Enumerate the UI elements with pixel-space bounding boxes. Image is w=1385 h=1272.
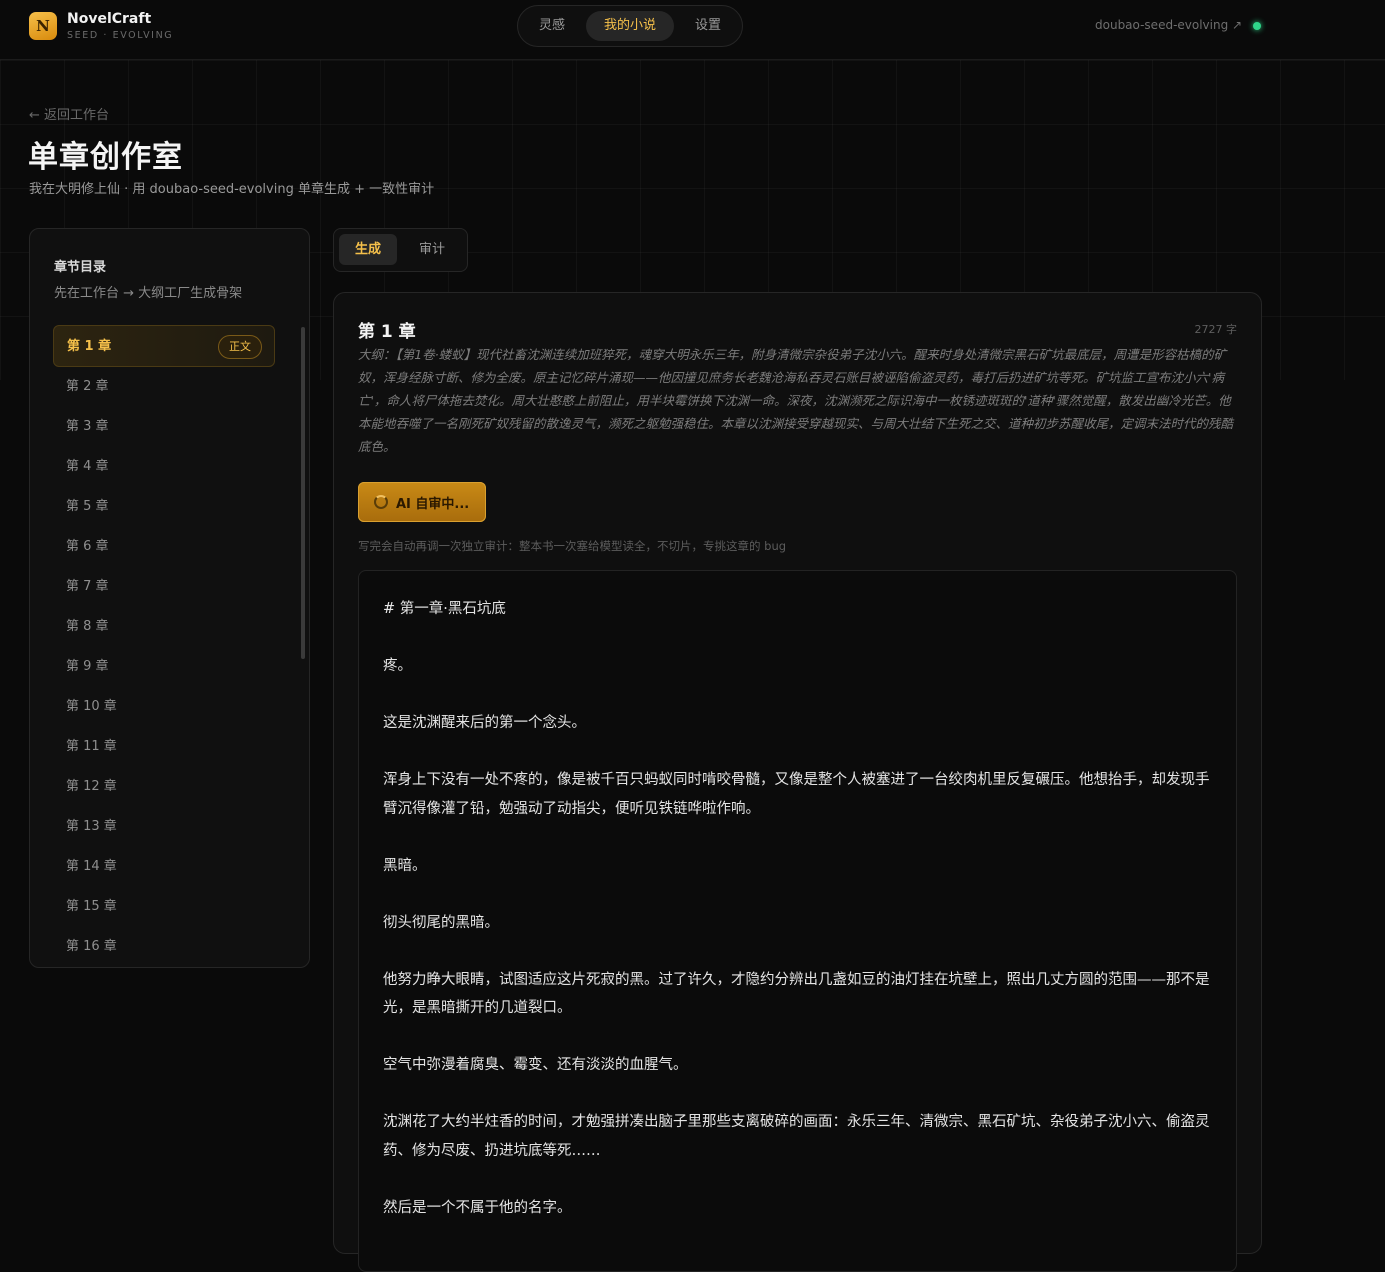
chapter-item-10[interactable]: 第 10 章 [53, 687, 275, 727]
nav-settings[interactable]: 设置 [684, 11, 732, 41]
text-paragraph: 这是沈渊醒来后的第一个念头。 [383, 715, 586, 731]
chapter-outline: 大纲：【第1卷·蝼蚁】现代社畜沈渊连续加班猝死，魂穿大明永乐三年，附身清微宗杂役… [358, 347, 1234, 454]
app-subtitle: SEED · EVOLVING [67, 30, 174, 41]
chapter-item-2[interactable]: 第 2 章 [53, 367, 275, 407]
chapter-item-11[interactable]: 第 11 章 [53, 727, 275, 767]
top-bar: N NovelCraft SEED · EVOLVING 灵感 我的小说 设置 … [0, 0, 1385, 60]
status-indicator [1253, 22, 1261, 30]
chapter-item-15[interactable]: 第 15 章 [53, 887, 275, 927]
back-to-workbench-link[interactable]: ← 返回工作台 [29, 104, 109, 123]
chapter-item-9[interactable]: 第 9 章 [53, 647, 275, 687]
text-paragraph: 空气中弥漫着腐臭、霉变、还有淡淡的血腥气。 [383, 1057, 688, 1073]
chapter-item-7[interactable]: 第 7 章 [53, 567, 275, 607]
chapter-item-4[interactable]: 第 4 章 [53, 447, 275, 487]
sidebar-description: 先在工作台 → 大纲工厂生成骨架 [54, 286, 243, 301]
model-link[interactable]: doubao-seed-evolving ↗ [1095, 18, 1242, 32]
tab-generate[interactable]: 生成 [339, 234, 397, 265]
status-badge: 正文 [218, 335, 262, 359]
app-name: NovelCraft [67, 11, 152, 27]
text-paragraph: 他努力睁大眼睛，试图适应这片死寂的黑。过了许久，才隐约分辨出几盏如豆的油灯挂在坑… [383, 971, 1210, 1017]
word-count: 2727 字 [1194, 323, 1238, 336]
nav-my-novels[interactable]: 我的小说 [586, 11, 674, 41]
chapter-item-12[interactable]: 第 12 章 [53, 767, 275, 807]
loading-spinner-icon [374, 495, 388, 509]
chapter-sidebar: 章节目录 先在工作台 → 大纲工厂生成骨架 第 1 章 正文 第 2 章 第 3… [29, 228, 310, 968]
text-paragraph: 疼。 [383, 658, 412, 674]
mode-tabs: 生成 审计 [333, 228, 468, 272]
text-paragraph: # 第一章·黑石坑底 [383, 601, 506, 617]
text-paragraph: 浑身上下没有一处不疼的，像是被千百只蚂蚁同时啃咬骨髓，又像是整个人被塞进了一台绞… [383, 772, 1210, 817]
nav-inspiration[interactable]: 灵感 [528, 11, 576, 41]
chapter-item-1[interactable]: 第 1 章 正文 [53, 325, 275, 367]
chapter-item-3[interactable]: 第 3 章 [53, 407, 275, 447]
main-nav: 灵感 我的小说 设置 [517, 5, 743, 47]
chapter-panel: 第 1 章 2727 字 大纲：【第1卷·蝼蚁】现代社畜沈渊连续加班猝死，魂穿大… [333, 292, 1262, 1272]
chapter-item-14[interactable]: 第 14 章 [53, 847, 275, 887]
audit-button-label: AI 自审中... [396, 497, 470, 512]
chapter-text-body: # 第一章·黑石坑底 疼。 这是沈渊醒来后的第一个念头。 浑身上下没有一处不疼的… [383, 595, 1213, 1251]
chapter-list: 第 1 章 正文 第 2 章 第 3 章 第 4 章 第 5 章 第 6 章 第… [53, 325, 275, 967]
sidebar-title: 章节目录 [54, 260, 107, 275]
audit-note: 写完会自动再调一次独立审计：整本书一次塞给模型读全，不切片，专挑这章的 bug [358, 539, 787, 553]
chapter-item-6[interactable]: 第 6 章 [53, 527, 275, 567]
tab-audit[interactable]: 审计 [403, 234, 461, 265]
sidebar-scrollbar[interactable] [301, 327, 305, 659]
text-paragraph: 彻头彻尾的黑暗。 [383, 914, 499, 931]
page-subtitle: 我在大明修上仙 · 用 doubao-seed-evolving 单章生成 + … [29, 182, 435, 197]
text-paragraph: 沈渊花了大约半炷香的时间，才勉强拼凑出脑子里那些支离破碎的画面：永乐三年、清微宗… [383, 1114, 1210, 1159]
text-paragraph: 然后是一个不属于他的名字。 [383, 1199, 572, 1216]
text-paragraph: 黑暗。 [383, 857, 427, 874]
chapter-item-8[interactable]: 第 8 章 [53, 607, 275, 647]
page-title: 单章创作室 [28, 140, 183, 175]
app-logo[interactable]: N [29, 12, 57, 40]
chapter-title: 第 1 章 [358, 322, 416, 342]
chapter-item-5[interactable]: 第 5 章 [53, 487, 275, 527]
chapter-item-13[interactable]: 第 13 章 [53, 807, 275, 847]
ai-self-audit-button[interactable]: AI 自审中... [358, 482, 486, 522]
chapter-item-16[interactable]: 第 16 章 [53, 927, 275, 967]
chapter-text-editor[interactable]: # 第一章·黑石坑底 疼。 这是沈渊醒来后的第一个念头。 浑身上下没有一处不疼的… [358, 570, 1237, 1272]
chapter-label: 第 1 章 [67, 339, 112, 354]
